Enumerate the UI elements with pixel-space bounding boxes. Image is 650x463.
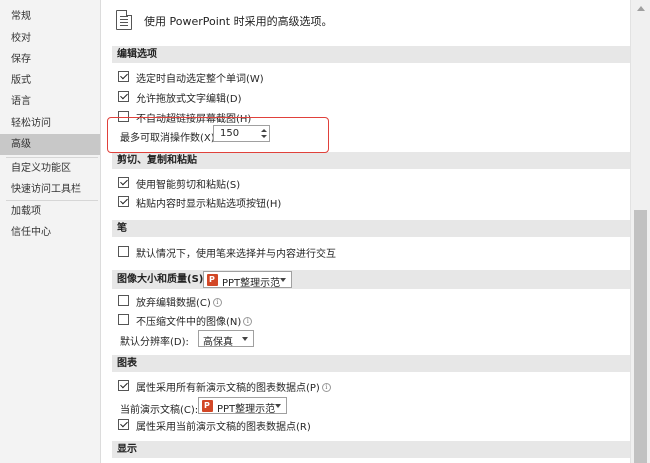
sidebar-item-proofing[interactable]: 校对 — [0, 28, 100, 49]
section-chart: 图表 — [112, 355, 630, 372]
sidebar-item-layout[interactable]: 版式 — [0, 70, 100, 91]
section-display: 显示 — [112, 441, 630, 458]
paste-options-checkbox[interactable] — [118, 196, 129, 207]
sidebar-item-save[interactable]: 保存 — [0, 49, 100, 70]
current-doc-label: 当前演示文稿(C): — [120, 405, 199, 416]
drag-drop-row[interactable]: 允许拖放式文字编辑(D) — [118, 90, 418, 105]
section-image-size-quality: 图像大小和质量(S) — [112, 270, 630, 289]
no-compress-checkbox[interactable] — [118, 314, 129, 325]
powerpoint-file-icon — [207, 274, 218, 286]
sidebar-item-advanced[interactable]: 高级 — [0, 134, 100, 155]
document-options-icon — [116, 10, 132, 30]
current-doc-value: PPT整理示范 — [217, 404, 276, 415]
chevron-down-icon — [242, 337, 248, 341]
pen-select-row[interactable]: 默认情况下，使用笔来选择并与内容进行交互 — [118, 245, 518, 260]
section-editing-options: 编辑选项 — [112, 46, 630, 63]
drag-drop-checkbox[interactable] — [118, 91, 129, 102]
scroll-up-icon[interactable] — [637, 6, 645, 11]
advanced-options-panel: 使用 PowerPoint 时采用的高级选项。 编辑选项 选定时自动选定整个单词… — [102, 0, 630, 463]
resolution-value: 高保真 — [203, 337, 233, 348]
smart-cut-row[interactable]: 使用智能剪切和粘贴(S) — [118, 176, 418, 191]
props-current-row[interactable]: 属性采用当前演示文稿的图表数据点(R) — [118, 418, 418, 433]
no-compress-row[interactable]: 不压缩文件中的图像(N) i — [118, 313, 418, 328]
sidebar-item-general[interactable]: 常规 — [0, 6, 100, 27]
props-current-label: 属性采用当前演示文稿的图表数据点(R) — [136, 422, 311, 433]
resolution-dropdown[interactable]: 高保真 — [198, 330, 254, 348]
chevron-down-icon — [275, 404, 281, 408]
image-document-value: PPT整理示范 — [222, 278, 281, 289]
pen-select-checkbox[interactable] — [118, 246, 129, 257]
section-pen: 笔 — [112, 220, 630, 237]
info-icon[interactable]: i — [321, 383, 331, 392]
smart-cut-label: 使用智能剪切和粘贴(S) — [136, 180, 241, 191]
sidebar-item-addins[interactable]: 加载项 — [0, 201, 100, 222]
smart-cut-checkbox[interactable] — [118, 177, 129, 188]
info-icon[interactable]: i — [212, 298, 222, 307]
chevron-down-icon — [280, 278, 286, 282]
auto-select-word-label: 选定时自动选定整个单词(W) — [136, 74, 264, 85]
vertical-scrollbar[interactable] — [630, 0, 650, 463]
sidebar-item-trust-center[interactable]: 信任中心 — [0, 222, 100, 243]
scrollbar-thumb[interactable] — [634, 210, 647, 463]
auto-select-word-row[interactable]: 选定时自动选定整个单词(W) — [118, 70, 418, 85]
highlight-annotation — [107, 117, 329, 153]
props-all-row[interactable]: 属性采用所有新演示文稿的图表数据点(P) i — [118, 379, 418, 394]
sidebar-item-accessibility[interactable]: 轻松访问 — [0, 113, 100, 134]
options-sidebar: 常规 校对 保存 版式 语言 轻松访问 高级 自定义功能区 快速访问工具栏 加载… — [0, 0, 101, 463]
paste-options-row[interactable]: 粘贴内容时显示粘贴选项按钮(H) — [118, 195, 418, 210]
pen-select-label: 默认情况下，使用笔来选择并与内容进行交互 — [136, 249, 336, 260]
auto-select-word-checkbox[interactable] — [118, 71, 129, 82]
section-cut-copy-paste: 剪切、复制和粘贴 — [112, 152, 630, 169]
paste-options-label: 粘贴内容时显示粘贴选项按钮(H) — [136, 199, 282, 210]
resolution-label: 默认分辨率(D): — [120, 337, 189, 348]
discard-edit-data-row[interactable]: 放弃编辑数据(C) i — [118, 294, 418, 309]
info-icon[interactable]: i — [243, 317, 253, 326]
current-doc-dropdown[interactable]: PPT整理示范 — [198, 397, 287, 415]
sidebar-item-customize-ribbon[interactable]: 自定义功能区 — [0, 158, 100, 179]
props-all-checkbox[interactable] — [118, 380, 129, 391]
drag-drop-label: 允许拖放式文字编辑(D) — [136, 94, 242, 105]
powerpoint-file-icon — [202, 400, 213, 412]
page-title: 使用 PowerPoint 时采用的高级选项。 — [144, 15, 333, 28]
props-all-label: 属性采用所有新演示文稿的图表数据点(P) — [136, 383, 320, 394]
discard-edit-data-checkbox[interactable] — [118, 295, 129, 306]
props-current-checkbox[interactable] — [118, 419, 129, 430]
sidebar-item-quick-access-toolbar[interactable]: 快速访问工具栏 — [0, 179, 100, 200]
sidebar-item-language[interactable]: 语言 — [0, 91, 100, 112]
image-document-dropdown[interactable]: PPT整理示范 — [203, 271, 292, 289]
image-section-title: 图像大小和质量(S) — [117, 274, 204, 285]
discard-edit-data-label: 放弃编辑数据(C) — [136, 298, 211, 309]
no-compress-label: 不压缩文件中的图像(N) — [136, 317, 242, 328]
